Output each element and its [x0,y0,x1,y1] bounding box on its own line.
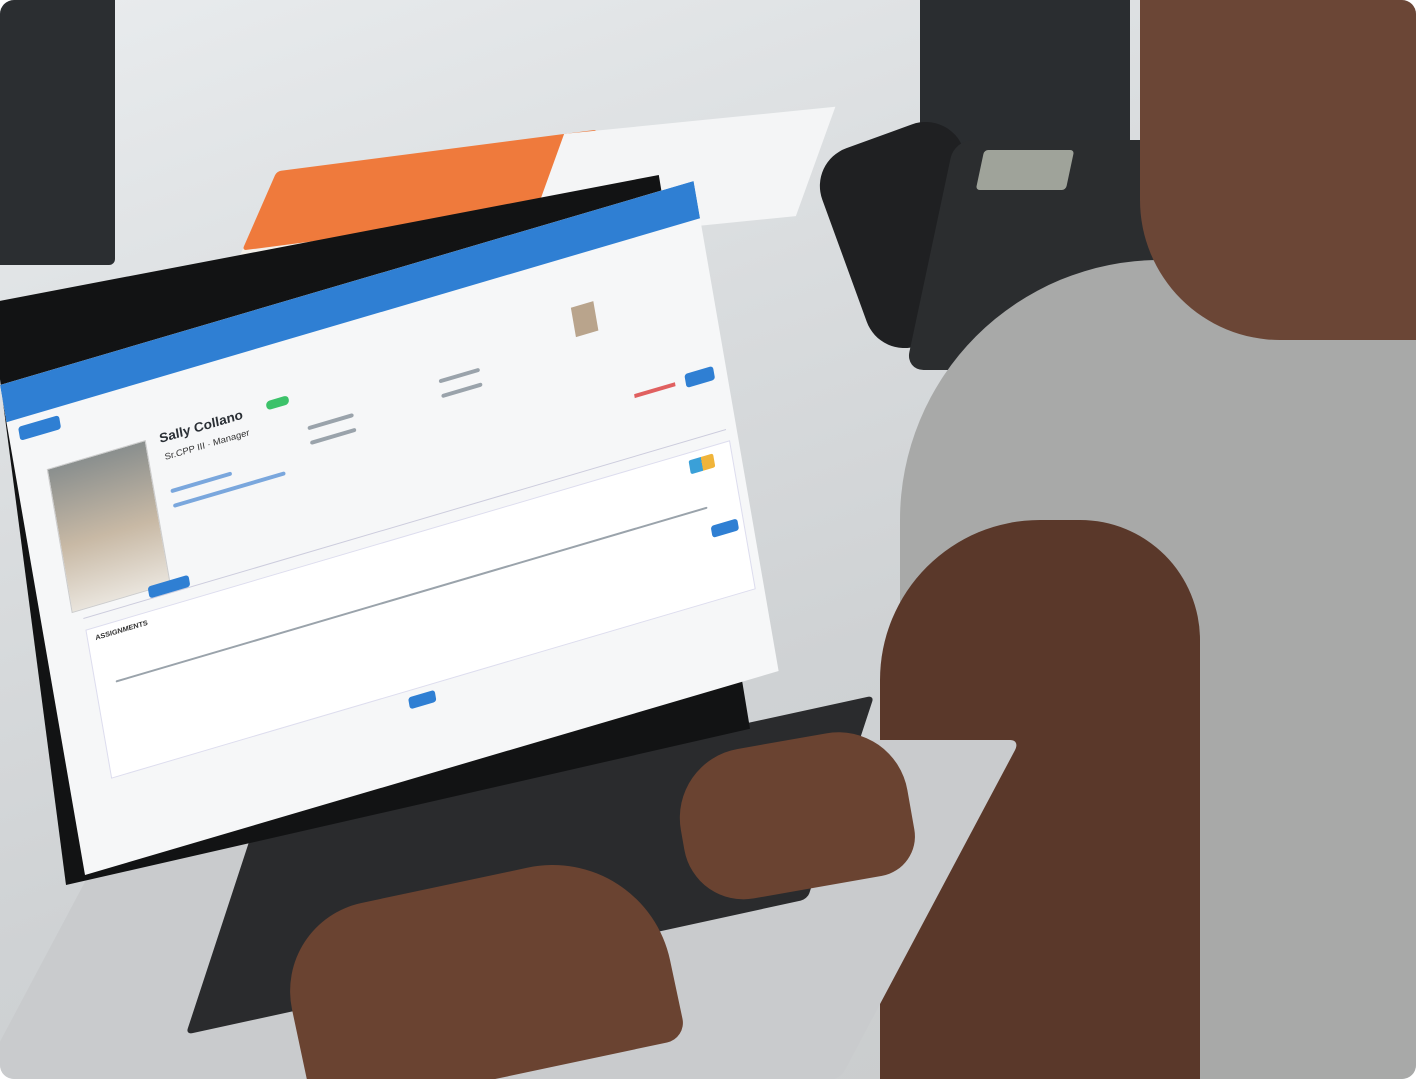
photo-scene: Sally Collano Sr.CPP III · Manager ASSIG… [0,0,1416,1079]
monitor-left [0,0,115,265]
person-neck [1140,0,1416,340]
